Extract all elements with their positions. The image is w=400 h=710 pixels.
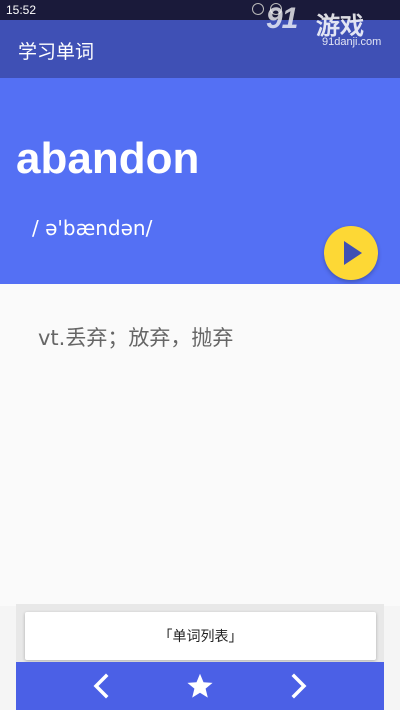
status-time: 15:52 — [6, 3, 37, 17]
word-phonetic: / ə'bændən/ — [32, 216, 153, 240]
bottom-nav-bar — [16, 662, 384, 710]
status-icons — [252, 3, 282, 15]
word-header: abandon / ə'bændən/ — [0, 78, 400, 284]
word-list-button[interactable]: 「单词列表」 — [25, 612, 376, 660]
chevron-left-icon — [93, 673, 109, 699]
app-bar: 学习单词 — [0, 20, 400, 78]
wifi-icon — [270, 3, 282, 15]
status-bar: 15:52 — [0, 0, 400, 20]
word-meaning: vt.丢弃；放弃，抛弃 — [38, 326, 234, 350]
page-title: 学习单词 — [18, 41, 95, 63]
favorite-button[interactable] — [170, 662, 230, 710]
chevron-right-icon — [291, 673, 307, 699]
word-title: abandon — [16, 134, 200, 183]
content-area: vt.丢弃；放弃，抛弃 — [0, 284, 400, 606]
next-word-button[interactable] — [268, 662, 328, 710]
play-icon — [344, 241, 362, 265]
previous-word-button[interactable] — [72, 662, 132, 710]
alarm-icon — [252, 3, 264, 15]
star-icon — [187, 673, 213, 698]
play-pronunciation-button[interactable] — [324, 226, 378, 280]
